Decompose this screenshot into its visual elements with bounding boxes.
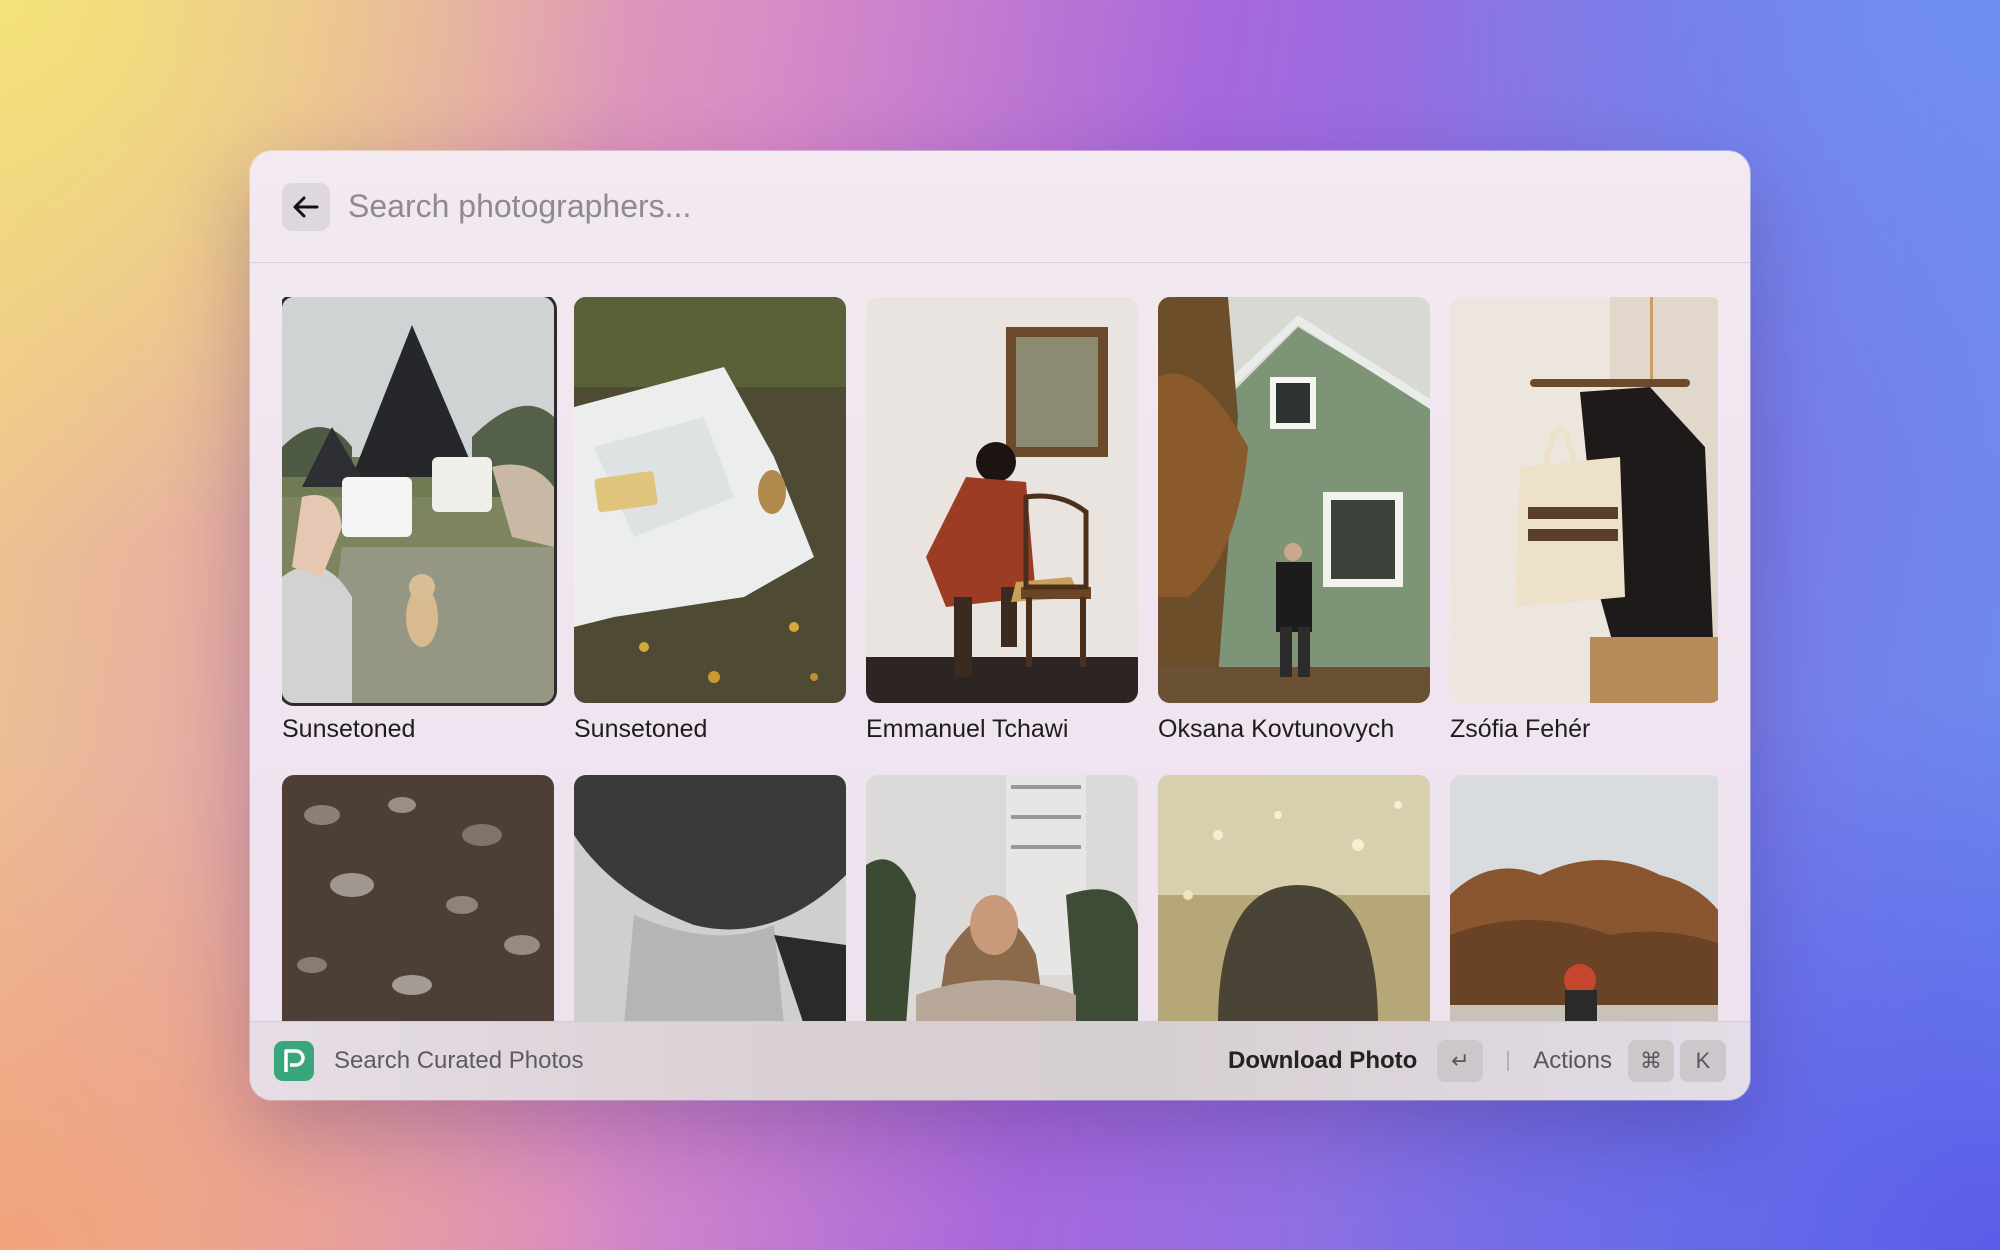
- photo-thumbnail[interactable]: [1450, 775, 1718, 1021]
- photo-thumbnail[interactable]: [866, 775, 1138, 1021]
- photo-thumbnail[interactable]: [1450, 297, 1718, 703]
- photo-card[interactable]: Sunsetoned: [574, 297, 846, 744]
- photo-card[interactable]: [1450, 775, 1718, 1021]
- search-input[interactable]: [348, 188, 1248, 225]
- photo-thumbnail[interactable]: [282, 775, 554, 1021]
- command-window: Sunsetoned Sunsetoned: [250, 151, 1750, 1100]
- actions-button[interactable]: Actions: [1533, 1047, 1612, 1075]
- cmd-key-hint: ⌘: [1628, 1040, 1674, 1082]
- photographer-name: Oksana Kovtunovych: [1158, 715, 1395, 743]
- photo-card[interactable]: [866, 775, 1138, 1021]
- photographer-name: Emmanuel Tchawi: [866, 715, 1069, 743]
- photo-card[interactable]: Oksana Kovtunovych: [1158, 297, 1430, 744]
- download-photo-action[interactable]: Download Photo: [1228, 1047, 1417, 1075]
- k-key-hint: K: [1680, 1040, 1726, 1082]
- photo-thumbnail[interactable]: [1158, 297, 1430, 703]
- photographer-name: Sunsetoned: [282, 715, 416, 743]
- photographer-name: Sunsetoned: [574, 715, 708, 743]
- photo-card[interactable]: Zsófia Fehér: [1450, 297, 1718, 744]
- photo-thumbnail[interactable]: [574, 775, 846, 1021]
- back-button[interactable]: [282, 182, 330, 231]
- photographer-name: Zsófia Fehér: [1450, 715, 1591, 743]
- photo-thumbnail[interactable]: [282, 297, 554, 703]
- photo-card[interactable]: Emmanuel Tchawi: [866, 297, 1138, 744]
- divider: [1507, 1051, 1510, 1071]
- photo-card[interactable]: [282, 775, 554, 1021]
- photo-thumbnail[interactable]: [866, 297, 1138, 703]
- photo-card[interactable]: [574, 775, 846, 1021]
- photo-card[interactable]: Sunsetoned: [282, 297, 554, 744]
- enter-key-hint: ↵: [1437, 1040, 1484, 1082]
- photo-card[interactable]: [1158, 775, 1430, 1021]
- action-bar: Search Curated Photos Download Photo ↵ A…: [250, 1021, 1750, 1100]
- search-header: [250, 151, 1750, 263]
- photo-thumbnail[interactable]: [574, 297, 846, 703]
- photo-thumbnail[interactable]: [1158, 775, 1430, 1021]
- command-title: Search Curated Photos: [334, 1047, 584, 1074]
- pexels-logo-icon: [274, 1041, 314, 1081]
- arrow-left-icon: [293, 196, 319, 217]
- photo-grid: Sunsetoned Sunsetoned Emmanuel Tchawi Ok…: [282, 297, 1718, 1021]
